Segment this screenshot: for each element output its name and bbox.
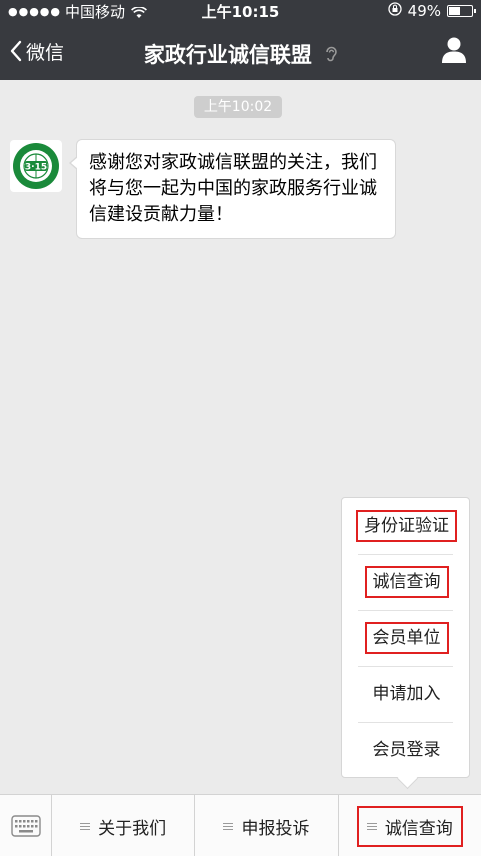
ear-icon: [325, 44, 337, 68]
page-title-text: 家政行业诚信联盟: [143, 43, 312, 67]
battery-percent: 49%: [407, 2, 441, 20]
keyboard-icon: [10, 815, 41, 837]
menu-report-complaint[interactable]: 申报投诉: [195, 795, 339, 856]
message-text: 感谢您对家政诚信联盟的关注，我们将与您一起为中国的家政服务行业诚信建设贡献力量！: [89, 152, 377, 225]
submenu-item-label: 会员单位: [364, 622, 449, 654]
submenu-item-credit-query[interactable]: 诚信查询: [342, 554, 471, 610]
bottom-menu-bar: 关于我们 申报投诉 诚信查询: [0, 794, 481, 856]
person-icon: [442, 37, 466, 63]
menu-label: 诚信查询: [384, 818, 453, 839]
submenu-item-label: 申请加入: [372, 684, 441, 704]
submenu-item-member-units[interactable]: 会员单位: [342, 610, 471, 666]
message-bubble[interactable]: 感谢您对家政诚信联盟的关注，我们将与您一起为中国的家政服务行业诚信建设贡献力量！: [69, 139, 396, 239]
submenu-popup: 身份证验证 诚信查询 会员单位 申请加入 会员登录: [341, 497, 470, 778]
menu-label: 申报投诉: [241, 818, 310, 839]
menu-lines-icon: [366, 821, 377, 832]
menu-lines-icon: [223, 821, 234, 832]
profile-button[interactable]: [441, 36, 467, 68]
keyboard-toggle-button[interactable]: [0, 795, 52, 856]
submenu-item-apply-join[interactable]: 申请加入: [342, 666, 471, 722]
rotation-lock-icon: [388, 2, 402, 20]
menu-about-us[interactable]: 关于我们: [52, 795, 196, 856]
logo-315-icon: 3·15: [13, 143, 59, 189]
avatar-logo-text: 3·15: [25, 163, 47, 173]
avatar[interactable]: 3·15: [10, 140, 62, 192]
page-title: 家政行业诚信联盟: [0, 39, 481, 69]
submenu-item-member-login[interactable]: 会员登录: [342, 722, 471, 778]
submenu-item-label: 会员登录: [372, 740, 441, 760]
menu-lines-icon: [80, 821, 91, 832]
status-bar: ●●●●● 中国移动 上午10:15 49%: [0, 0, 481, 22]
submenu-item-id-verify[interactable]: 身份证验证: [342, 498, 471, 554]
message-timestamp: 上午10:02: [194, 96, 282, 118]
nav-bar: 微信 家政行业诚信联盟: [0, 22, 481, 80]
menu-label: 关于我们: [98, 818, 167, 839]
menu-credit-query[interactable]: 诚信查询: [339, 795, 481, 856]
submenu-item-label: 诚信查询: [364, 566, 449, 598]
submenu-item-label: 身份证验证: [356, 510, 457, 542]
battery-icon: [447, 5, 476, 17]
